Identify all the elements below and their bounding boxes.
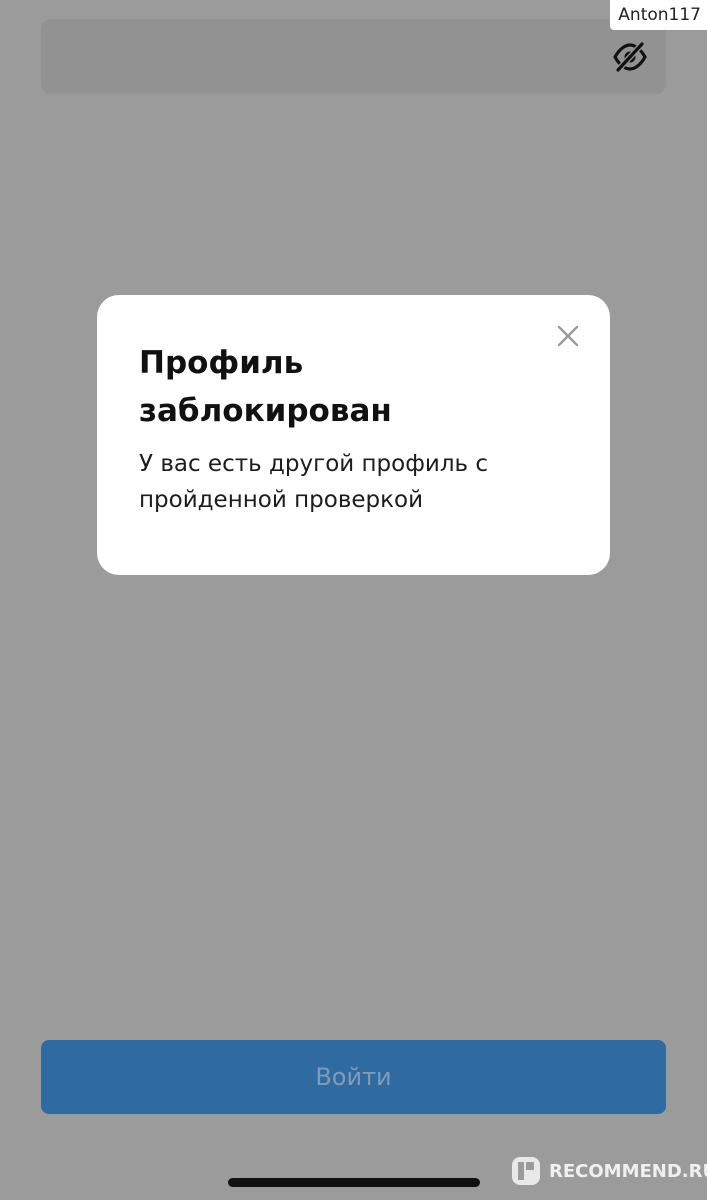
password-field[interactable] [41,19,666,94]
close-icon[interactable] [556,324,580,348]
watermark-username: Anton117 [610,0,707,30]
recommend-watermark: RECOMMEND.RU [511,1154,707,1188]
recommend-logo-icon [512,1157,540,1185]
login-screen: Anton117 Профиль заблокирован У вас есть… [0,0,707,1200]
recommend-brand-text: RECOMMEND.RU [549,1160,707,1182]
home-indicator [228,1178,480,1187]
blocked-profile-dialog: Профиль заблокирован У вас есть другой п… [97,295,610,575]
eye-slash-icon[interactable] [612,39,648,75]
dialog-message: У вас есть другой профиль с пройденной п… [139,451,489,513]
dialog-title: Профиль заблокирован [139,345,392,429]
login-button[interactable]: Войти [41,1040,666,1114]
